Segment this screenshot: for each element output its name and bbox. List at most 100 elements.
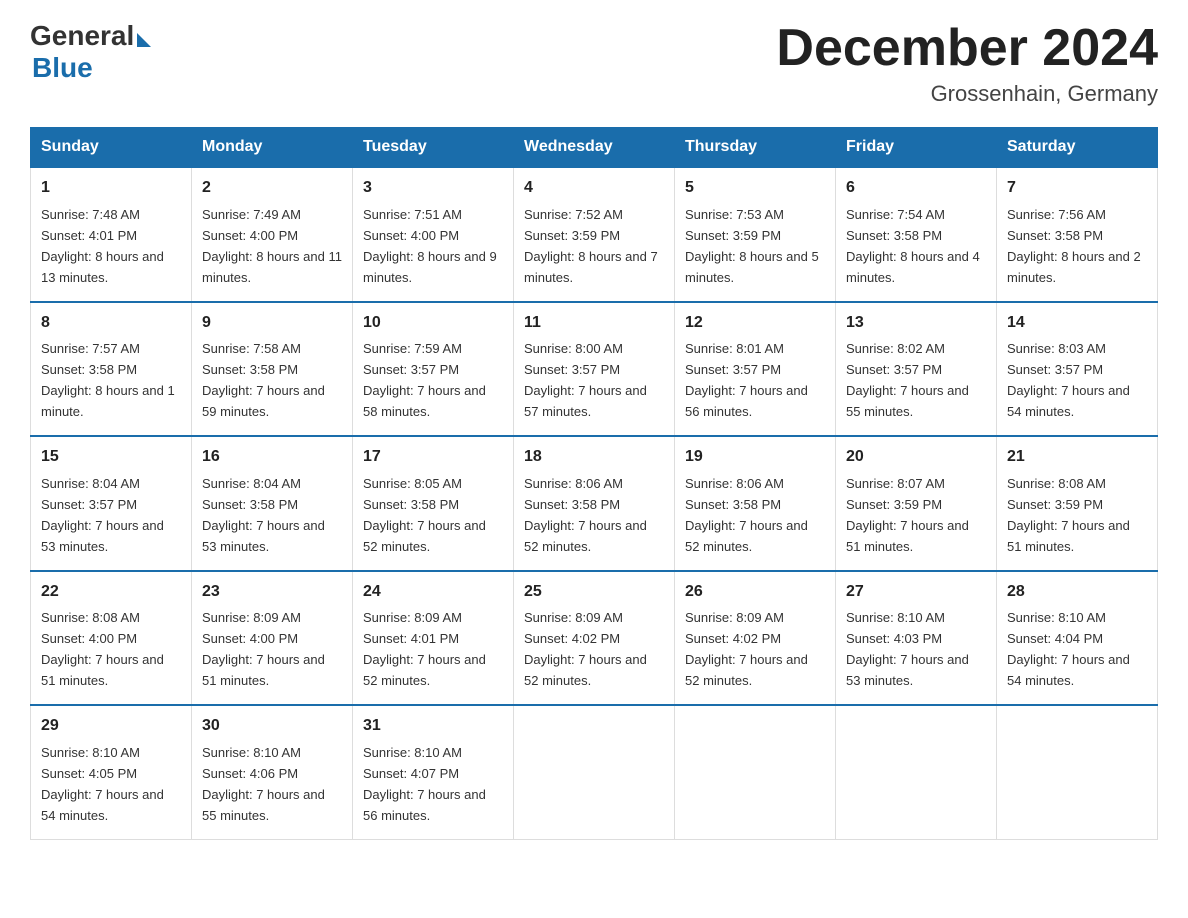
day-cell-21: 21 Sunrise: 8:08 AMSunset: 3:59 PMDayligh… [997, 436, 1158, 570]
col-header-tuesday: Tuesday [353, 128, 514, 168]
day-number: 21 [1007, 445, 1147, 470]
day-info: Sunrise: 8:07 AMSunset: 3:59 PMDaylight:… [846, 476, 969, 554]
day-number: 28 [1007, 580, 1147, 605]
logo-arrow-icon [137, 33, 151, 47]
day-cell-28: 28 Sunrise: 8:10 AMSunset: 4:04 PMDayligh… [997, 571, 1158, 705]
day-info: Sunrise: 8:00 AMSunset: 3:57 PMDaylight:… [524, 341, 647, 419]
header-row: SundayMondayTuesdayWednesdayThursdayFrid… [31, 128, 1158, 168]
day-number: 27 [846, 580, 986, 605]
day-number: 24 [363, 580, 503, 605]
day-number: 9 [202, 311, 342, 336]
day-cell-2: 2 Sunrise: 7:49 AMSunset: 4:00 PMDaylight… [192, 167, 353, 301]
col-header-monday: Monday [192, 128, 353, 168]
day-number: 20 [846, 445, 986, 470]
day-number: 10 [363, 311, 503, 336]
day-info: Sunrise: 8:09 AMSunset: 4:02 PMDaylight:… [524, 610, 647, 688]
day-info: Sunrise: 7:51 AMSunset: 4:00 PMDaylight:… [363, 207, 497, 285]
day-cell-14: 14 Sunrise: 8:03 AMSunset: 3:57 PMDayligh… [997, 302, 1158, 436]
day-number: 5 [685, 176, 825, 201]
day-info: Sunrise: 8:10 AMSunset: 4:05 PMDaylight:… [41, 745, 164, 823]
day-cell-10: 10 Sunrise: 7:59 AMSunset: 3:57 PMDayligh… [353, 302, 514, 436]
day-cell-16: 16 Sunrise: 8:04 AMSunset: 3:58 PMDayligh… [192, 436, 353, 570]
day-cell-24: 24 Sunrise: 8:09 AMSunset: 4:01 PMDayligh… [353, 571, 514, 705]
day-info: Sunrise: 7:49 AMSunset: 4:00 PMDaylight:… [202, 207, 342, 285]
week-row-3: 15Sunrise: 8:04 AMSunset: 3:57 PMDayligh… [31, 436, 1158, 570]
day-number: 29 [41, 714, 181, 739]
day-number: 3 [363, 176, 503, 201]
day-info: Sunrise: 7:58 AMSunset: 3:58 PMDaylight:… [202, 341, 325, 419]
day-info: Sunrise: 8:06 AMSunset: 3:58 PMDaylight:… [685, 476, 808, 554]
page-header: General Blue December 2024 Grossenhain, … [30, 20, 1158, 107]
day-number: 6 [846, 176, 986, 201]
day-cell-1: 1Sunrise: 7:48 AMSunset: 4:01 PMDaylight… [31, 167, 192, 301]
day-info: Sunrise: 7:54 AMSunset: 3:58 PMDaylight:… [846, 207, 980, 285]
day-number: 23 [202, 580, 342, 605]
day-number: 16 [202, 445, 342, 470]
day-number: 17 [363, 445, 503, 470]
title-block: December 2024 Grossenhain, Germany [776, 20, 1158, 107]
day-cell-15: 15Sunrise: 8:04 AMSunset: 3:57 PMDayligh… [31, 436, 192, 570]
day-info: Sunrise: 8:09 AMSunset: 4:02 PMDaylight:… [685, 610, 808, 688]
day-cell-11: 11 Sunrise: 8:00 AMSunset: 3:57 PMDayligh… [514, 302, 675, 436]
day-cell-19: 19 Sunrise: 8:06 AMSunset: 3:58 PMDayligh… [675, 436, 836, 570]
day-info: Sunrise: 7:59 AMSunset: 3:57 PMDaylight:… [363, 341, 486, 419]
day-info: Sunrise: 8:03 AMSunset: 3:57 PMDaylight:… [1007, 341, 1130, 419]
day-info: Sunrise: 8:10 AMSunset: 4:04 PMDaylight:… [1007, 610, 1130, 688]
col-header-wednesday: Wednesday [514, 128, 675, 168]
day-cell-18: 18Sunrise: 8:06 AMSunset: 3:58 PMDayligh… [514, 436, 675, 570]
day-info: Sunrise: 8:08 AMSunset: 4:00 PMDaylight:… [41, 610, 164, 688]
day-cell-13: 13Sunrise: 8:02 AMSunset: 3:57 PMDayligh… [836, 302, 997, 436]
day-cell-3: 3 Sunrise: 7:51 AMSunset: 4:00 PMDaylight… [353, 167, 514, 301]
empty-cell [997, 705, 1158, 839]
day-number: 7 [1007, 176, 1147, 201]
day-number: 12 [685, 311, 825, 336]
day-cell-8: 8 Sunrise: 7:57 AMSunset: 3:58 PMDaylight… [31, 302, 192, 436]
day-cell-23: 23 Sunrise: 8:09 AMSunset: 4:00 PMDayligh… [192, 571, 353, 705]
day-info: Sunrise: 7:56 AMSunset: 3:58 PMDaylight:… [1007, 207, 1141, 285]
day-number: 25 [524, 580, 664, 605]
calendar-table: SundayMondayTuesdayWednesdayThursdayFrid… [30, 127, 1158, 839]
logo: General Blue [30, 20, 151, 84]
day-info: Sunrise: 8:04 AMSunset: 3:58 PMDaylight:… [202, 476, 325, 554]
day-cell-4: 4 Sunrise: 7:52 AMSunset: 3:59 PMDaylight… [514, 167, 675, 301]
col-header-saturday: Saturday [997, 128, 1158, 168]
day-cell-30: 30Sunrise: 8:10 AMSunset: 4:06 PMDayligh… [192, 705, 353, 839]
logo-blue-text: Blue [32, 52, 93, 84]
day-number: 31 [363, 714, 503, 739]
day-number: 14 [1007, 311, 1147, 336]
day-cell-12: 12 Sunrise: 8:01 AMSunset: 3:57 PMDayligh… [675, 302, 836, 436]
day-number: 8 [41, 311, 181, 336]
day-cell-31: 31Sunrise: 8:10 AMSunset: 4:07 PMDayligh… [353, 705, 514, 839]
day-info: Sunrise: 8:01 AMSunset: 3:57 PMDaylight:… [685, 341, 808, 419]
week-row-4: 22 Sunrise: 8:08 AMSunset: 4:00 PMDayligh… [31, 571, 1158, 705]
day-number: 26 [685, 580, 825, 605]
day-info: Sunrise: 7:57 AMSunset: 3:58 PMDaylight:… [41, 341, 175, 419]
day-number: 2 [202, 176, 342, 201]
day-cell-9: 9 Sunrise: 7:58 AMSunset: 3:58 PMDaylight… [192, 302, 353, 436]
week-row-2: 8 Sunrise: 7:57 AMSunset: 3:58 PMDaylight… [31, 302, 1158, 436]
day-cell-25: 25 Sunrise: 8:09 AMSunset: 4:02 PMDayligh… [514, 571, 675, 705]
day-number: 19 [685, 445, 825, 470]
day-info: Sunrise: 8:09 AMSunset: 4:01 PMDaylight:… [363, 610, 486, 688]
week-row-1: 1Sunrise: 7:48 AMSunset: 4:01 PMDaylight… [31, 167, 1158, 301]
day-cell-26: 26 Sunrise: 8:09 AMSunset: 4:02 PMDayligh… [675, 571, 836, 705]
day-cell-6: 6 Sunrise: 7:54 AMSunset: 3:58 PMDaylight… [836, 167, 997, 301]
day-number: 22 [41, 580, 181, 605]
day-cell-20: 20 Sunrise: 8:07 AMSunset: 3:59 PMDayligh… [836, 436, 997, 570]
day-cell-27: 27Sunrise: 8:10 AMSunset: 4:03 PMDayligh… [836, 571, 997, 705]
day-info: Sunrise: 8:08 AMSunset: 3:59 PMDaylight:… [1007, 476, 1130, 554]
day-info: Sunrise: 7:52 AMSunset: 3:59 PMDaylight:… [524, 207, 658, 285]
day-cell-7: 7 Sunrise: 7:56 AMSunset: 3:58 PMDaylight… [997, 167, 1158, 301]
day-cell-29: 29 Sunrise: 8:10 AMSunset: 4:05 PMDayligh… [31, 705, 192, 839]
logo-general-text: General [30, 20, 134, 52]
day-number: 11 [524, 311, 664, 336]
month-title: December 2024 [776, 20, 1158, 77]
day-cell-5: 5Sunrise: 7:53 AMSunset: 3:59 PMDaylight… [675, 167, 836, 301]
day-number: 4 [524, 176, 664, 201]
empty-cell [836, 705, 997, 839]
col-header-thursday: Thursday [675, 128, 836, 168]
day-info: Sunrise: 8:09 AMSunset: 4:00 PMDaylight:… [202, 610, 325, 688]
empty-cell [675, 705, 836, 839]
day-info: Sunrise: 7:48 AMSunset: 4:01 PMDaylight:… [41, 207, 164, 285]
day-number: 15 [41, 445, 181, 470]
